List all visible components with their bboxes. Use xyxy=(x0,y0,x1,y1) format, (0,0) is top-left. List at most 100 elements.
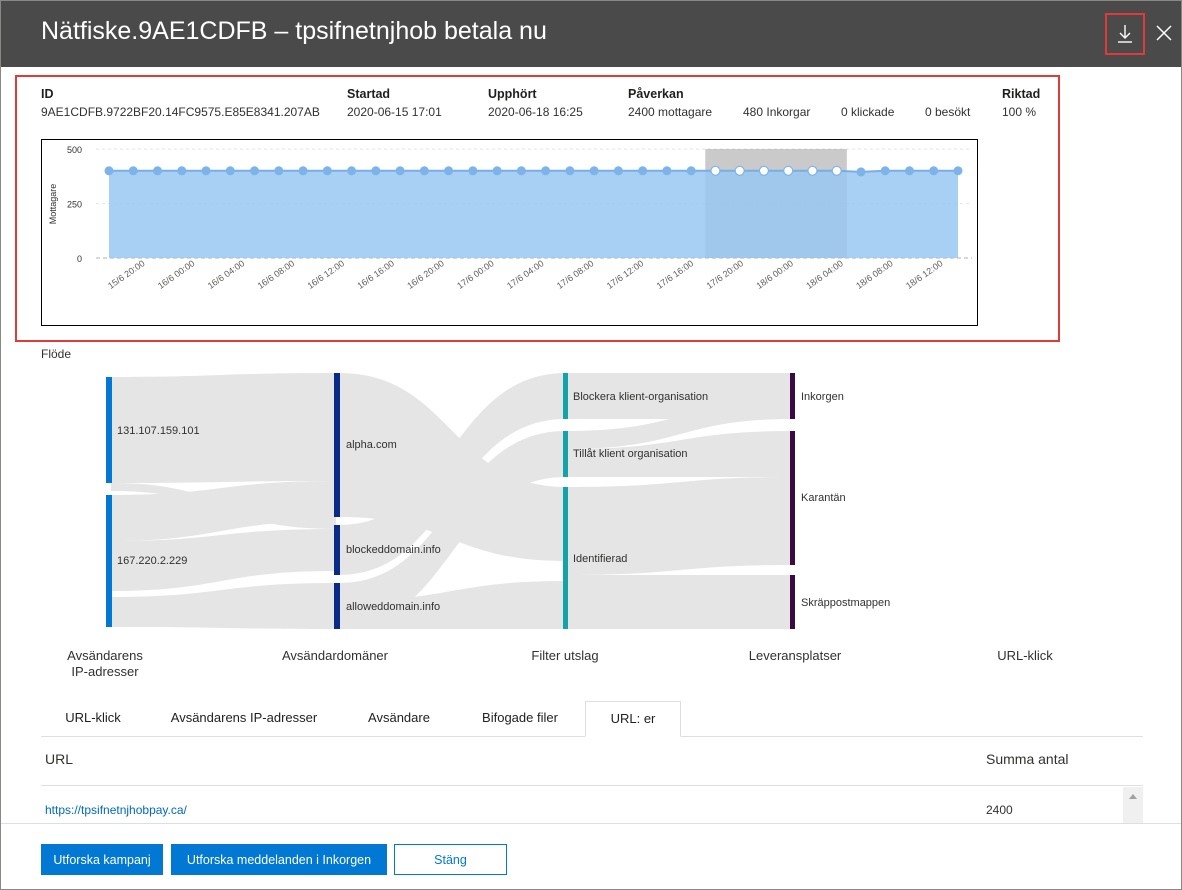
data-point[interactable] xyxy=(347,166,357,176)
node-f2[interactable] xyxy=(563,431,568,477)
data-point[interactable] xyxy=(710,165,721,176)
node-label-d2: blockeddomain.info xyxy=(346,544,441,556)
x-tick-label: 16/6 08:00 xyxy=(256,258,297,291)
data-point[interactable] xyxy=(758,165,770,176)
column-label-locations: Leveransplatser xyxy=(748,648,842,663)
y-axis-label: Mottagare xyxy=(48,184,58,225)
impact-label: Påverkan xyxy=(628,87,684,101)
data-point[interactable] xyxy=(177,166,187,176)
node-ip2[interactable] xyxy=(106,495,112,627)
node-d2[interactable] xyxy=(334,525,340,575)
data-point[interactable] xyxy=(613,166,623,176)
close-icon xyxy=(1156,25,1172,41)
explore-inbox-button[interactable]: Utforska meddelanden i Inkorgen xyxy=(171,844,387,875)
node-label-l2: Karantän xyxy=(801,492,846,504)
data-point[interactable] xyxy=(734,165,745,176)
node-l3[interactable] xyxy=(790,575,795,629)
flow-sankey: 131.107.159.101 167.220.2.229 alpha.com … xyxy=(106,373,890,629)
node-label-d3: alloweddomain.info xyxy=(346,601,440,613)
flow-label: Flöde xyxy=(41,347,72,361)
x-tick-label: 16/6 16:00 xyxy=(355,258,396,291)
node-label-l1: Inkorgen xyxy=(801,391,844,403)
ended-value: 2020-06-18 16:25 xyxy=(488,105,583,119)
title-bar: Nätfiske.9AE1CDFB – tpsifnetnjhob betala… xyxy=(1,1,1181,67)
data-point[interactable] xyxy=(807,165,818,176)
url-count: 2400 xyxy=(986,803,1013,817)
download-button[interactable] xyxy=(1105,13,1145,55)
data-point[interactable] xyxy=(201,166,211,176)
x-tick-label: 16/6 12:00 xyxy=(305,258,346,291)
node-f3[interactable] xyxy=(563,487,568,629)
node-label-f2: Tillåt klient organisation xyxy=(573,448,688,460)
inbox-count: 480 Inkorgar xyxy=(743,105,811,119)
data-point[interactable] xyxy=(686,166,696,176)
column-header-count[interactable]: Summa antal xyxy=(986,751,1068,767)
y-tick-label: 0 xyxy=(77,254,82,264)
column-label-domains: Avsändardomäner xyxy=(282,648,388,663)
tab-attachments[interactable]: Bifogade filer xyxy=(463,701,577,736)
targeted-label: Riktad xyxy=(1002,87,1041,101)
data-point[interactable] xyxy=(662,166,672,176)
data-point[interactable] xyxy=(929,166,939,176)
node-label-ip2: 167.220.2.229 xyxy=(117,555,187,567)
node-d3[interactable] xyxy=(334,583,340,629)
scroll-up-icon[interactable] xyxy=(1123,787,1143,807)
column-header-url[interactable]: URL xyxy=(45,751,73,767)
targeted-value: 100 % xyxy=(1002,105,1037,119)
recipients-area-chart: 0 250 500 Mottagare 15/6 20:00 16/6 00:00 16/6… xyxy=(48,145,972,291)
data-point[interactable] xyxy=(225,166,235,176)
node-f1[interactable] xyxy=(563,373,568,419)
link-f3-l3[interactable] xyxy=(568,575,791,629)
ended-label: Upphört xyxy=(488,87,537,101)
data-point[interactable] xyxy=(492,166,502,176)
x-tick-label: 16/6 20:00 xyxy=(405,258,446,291)
data-point[interactable] xyxy=(565,166,575,176)
node-ip1[interactable] xyxy=(106,377,112,483)
data-point[interactable] xyxy=(468,166,478,176)
started-label: Startad xyxy=(347,87,391,101)
data-point[interactable] xyxy=(831,165,842,176)
url-link[interactable]: https://tpsifnetnjhobpay.ca/ xyxy=(45,803,187,817)
data-point[interactable] xyxy=(638,166,648,176)
data-point[interactable] xyxy=(419,166,429,176)
data-point[interactable] xyxy=(783,165,794,176)
x-tick-label: 16/6 00:00 xyxy=(156,258,197,291)
data-point[interactable] xyxy=(371,166,381,176)
data-point[interactable] xyxy=(880,166,890,176)
close-panel-button[interactable]: Stäng xyxy=(394,844,507,875)
data-point[interactable] xyxy=(274,166,284,176)
details-tabs: URL-klick Avsändarens IP-adresser Avsänd… xyxy=(41,701,1143,737)
close-button[interactable] xyxy=(1151,19,1177,47)
data-point[interactable] xyxy=(322,166,332,176)
explore-campaign-button[interactable]: Utforska kampanj xyxy=(41,844,163,875)
download-icon xyxy=(1118,25,1132,43)
node-l2[interactable] xyxy=(790,431,795,565)
tab-sender-ip[interactable]: Avsändarens IP-adresser xyxy=(155,701,333,736)
data-point[interactable] xyxy=(395,166,405,176)
tab-urls[interactable]: URL: er xyxy=(585,701,681,737)
data-point[interactable] xyxy=(153,166,163,176)
x-tick-label: 18/6 12:00 xyxy=(904,258,945,291)
column-label-url-clicks: URL-klick xyxy=(997,648,1053,663)
data-point[interactable] xyxy=(953,166,963,176)
tab-senders[interactable]: Avsändare xyxy=(341,701,457,736)
data-point[interactable] xyxy=(856,167,866,177)
data-point[interactable] xyxy=(516,166,526,176)
tab-url-clicks[interactable]: URL-klick xyxy=(41,701,145,736)
id-label: ID xyxy=(41,87,54,101)
data-point[interactable] xyxy=(541,166,551,176)
x-tick-label: 17/6 00:00 xyxy=(455,258,496,291)
node-l1[interactable] xyxy=(790,373,795,419)
data-point[interactable] xyxy=(104,166,114,176)
data-point[interactable] xyxy=(250,166,260,176)
y-tick-label: 500 xyxy=(67,145,82,155)
table-scrollbar[interactable] xyxy=(1123,787,1143,823)
data-point[interactable] xyxy=(589,166,599,176)
data-point[interactable] xyxy=(904,166,914,176)
header-divider xyxy=(41,785,1143,786)
node-d1[interactable] xyxy=(334,373,340,517)
data-point[interactable] xyxy=(298,166,308,176)
data-point[interactable] xyxy=(128,166,138,176)
data-point[interactable] xyxy=(444,166,454,176)
x-tick-label: 17/6 04:00 xyxy=(505,258,546,291)
